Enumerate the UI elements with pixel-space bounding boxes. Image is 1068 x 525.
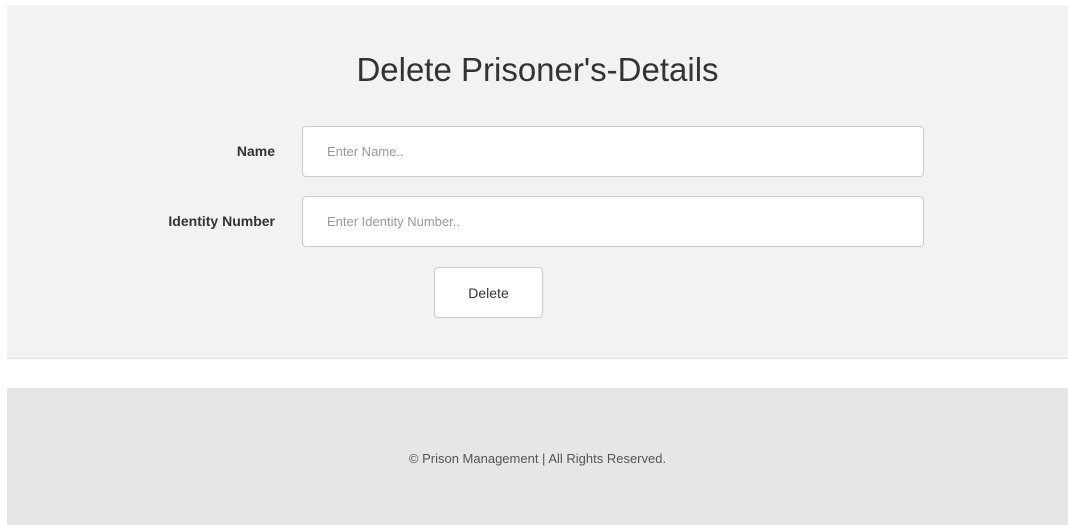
identity-number-input[interactable]: [302, 196, 924, 247]
delete-button[interactable]: Delete: [434, 267, 543, 318]
footer-copyright: © Prison Management | All Rights Reserve…: [408, 451, 667, 466]
footer: © Prison Management | All Rights Reserve…: [7, 388, 1068, 525]
page-title: Delete Prisoner's-Details: [356, 51, 719, 88]
identity-number-label: Identity Number: [168, 213, 275, 229]
identity-number-field-row: Identity Number: [7, 196, 1068, 247]
name-field-row: Name: [7, 126, 1068, 177]
name-label: Name: [236, 143, 275, 159]
delete-prisoner-form: Delete Prisoner's-Details Name Identity …: [7, 5, 1068, 359]
name-input[interactable]: [302, 126, 924, 177]
